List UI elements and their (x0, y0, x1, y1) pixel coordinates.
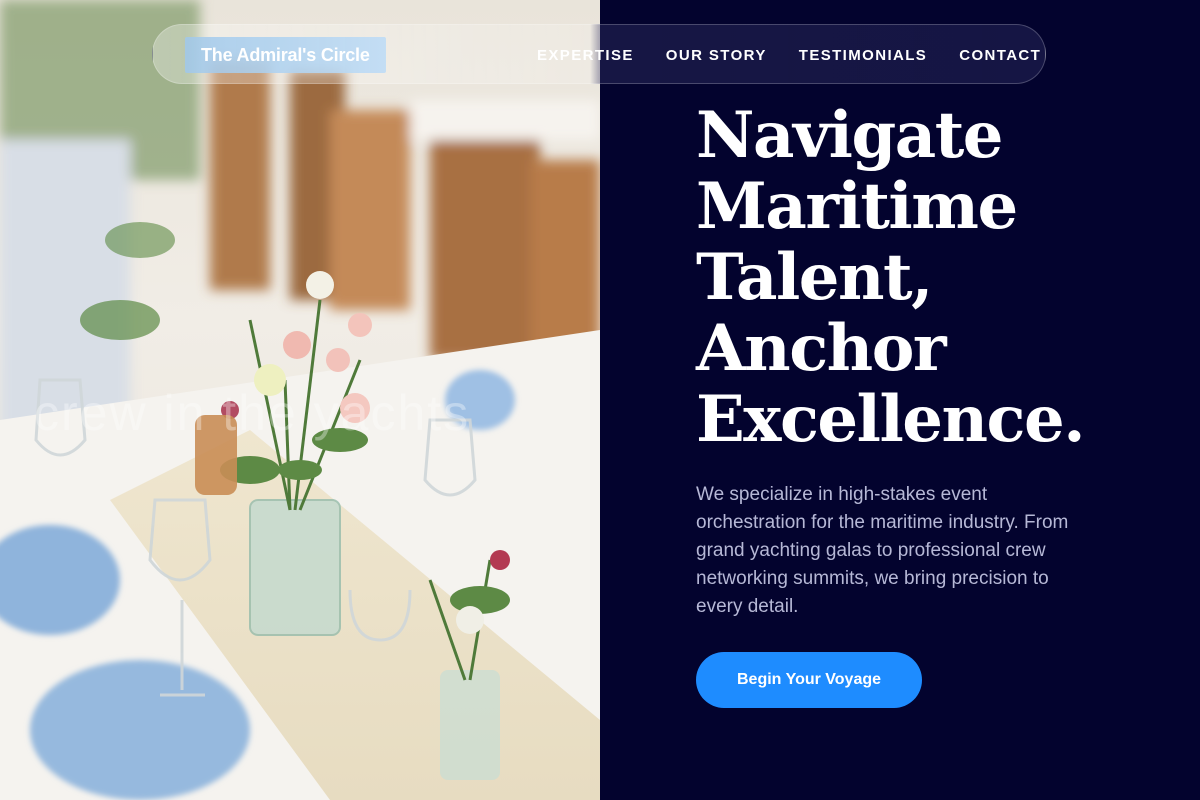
hero-photo: crew in the yachts (0, 0, 600, 800)
image-watermark: crew in the yachts (34, 385, 471, 441)
nav-link-expertise[interactable]: EXPERTISE (537, 47, 634, 64)
begin-voyage-button[interactable]: Begin Your Voyage (696, 652, 922, 708)
hero-headline: Navigate Maritime Talent, Anchor Excelle… (696, 100, 1156, 455)
headline-line: Anchor (696, 311, 947, 386)
top-nav: The Admiral's Circle EXPERTISE OUR STORY… (152, 24, 1046, 84)
headline-line: Excellence. (696, 382, 1085, 457)
hero-description: We specialize in high-stakes event orche… (696, 484, 1069, 617)
nav-link-our-story[interactable]: OUR STORY (666, 47, 767, 64)
nav-link-testimonials[interactable]: TESTIMONIALS (799, 47, 927, 64)
brand-logo[interactable]: The Admiral's Circle (185, 37, 386, 73)
nav-link-contact[interactable]: CONTACT (959, 47, 1041, 64)
nav-links: EXPERTISE OUR STORY TESTIMONIALS CONTACT (537, 25, 1041, 85)
headline-line: Talent, (696, 240, 933, 315)
headline-line: Navigate (696, 98, 1003, 173)
headline-line: Maritime (696, 169, 1018, 244)
